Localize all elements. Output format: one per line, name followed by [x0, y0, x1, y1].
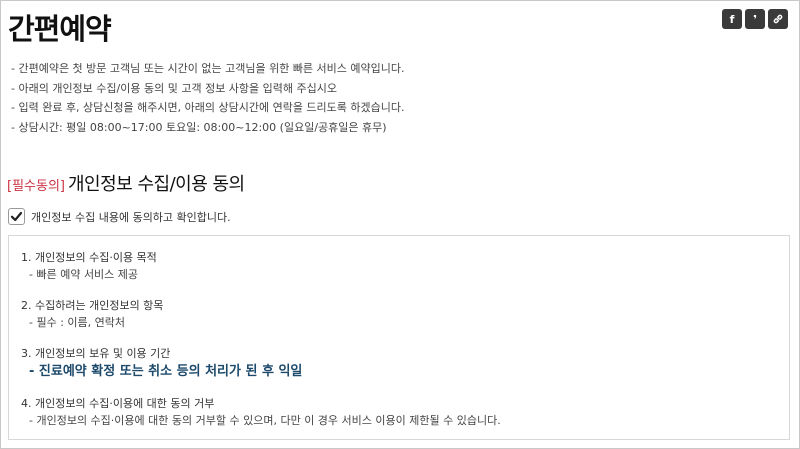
term-detail-emphasis: - 진료예약 확정 또는 취소 등의 처리가 된 후 익일	[29, 364, 303, 379]
checkmark-icon	[10, 211, 23, 222]
notice-item: - 간편예약은 첫 방문 고객님 또는 시간이 없는 고객님을 위한 빠른 서비…	[11, 62, 405, 75]
share-bar: f ❜	[722, 9, 788, 29]
term-heading: 2. 수집하려는 개인정보의 항목	[21, 299, 164, 312]
consent-row: 개인정보 수집 내용에 동의하고 확인합니다.	[8, 208, 231, 225]
consent-checkbox[interactable]	[8, 208, 25, 225]
term-heading: 1. 개인정보의 수집·이용 목적	[21, 251, 157, 264]
consent-section-title: [필수동의] 개인정보 수집/이용 동의	[7, 170, 245, 196]
term-item: 3. 개인정보의 보유 및 이용 기간 - 진료예약 확정 또는 취소 등의 처…	[21, 345, 777, 381]
consent-heading: 개인정보 수집/이용 동의	[67, 174, 245, 195]
terms-scroll-box[interactable]: 1. 개인정보의 수집·이용 목적 - 빠른 예약 서비스 제공 2. 수집하려…	[8, 235, 790, 440]
term-item: 4. 개인정보의 수집·이용에 대한 동의 거부 - 개인정보의 수집·이용에 …	[21, 395, 777, 429]
facebook-share-button[interactable]: f	[722, 9, 742, 29]
notice-item: - 아래의 개인정보 수집/이용 동의 및 고객 정보 사항을 입력해 주십시오	[11, 81, 337, 95]
kakao-story-icon: ❜	[753, 12, 757, 26]
copy-link-button[interactable]	[768, 9, 788, 29]
term-heading: 4. 개인정보의 수집·이용에 대한 동의 거부	[21, 397, 215, 410]
term-detail: - 필수 : 이름, 연락처	[29, 316, 125, 329]
page-title: 간편예약	[8, 12, 112, 46]
notice-list: - 간편예약은 첫 방문 고객님 또는 시간이 없는 고객님을 위한 빠른 서비…	[11, 59, 405, 137]
term-detail: - 빠른 예약 서비스 제공	[29, 268, 139, 281]
reservation-panel: 간편예약 f ❜ - 간편예약은 첫 방문 고객님 또는 시간이 없는 고객님을…	[0, 0, 800, 449]
link-icon	[773, 14, 783, 24]
facebook-icon: f	[729, 12, 735, 26]
term-item: 1. 개인정보의 수집·이용 목적 - 빠른 예약 서비스 제공	[21, 249, 777, 283]
consent-checkbox-label[interactable]: 개인정보 수집 내용에 동의하고 확인합니다.	[31, 209, 231, 225]
required-consent-tag: [필수동의]	[7, 179, 65, 194]
kakao-story-share-button[interactable]: ❜	[745, 9, 765, 29]
term-item: 2. 수집하려는 개인정보의 항목 - 필수 : 이름, 연락처	[21, 297, 777, 331]
notice-item: - 상담시간: 평일 08:00~17:00 토요일: 08:00~12:00 …	[11, 120, 387, 134]
term-heading: 3. 개인정보의 보유 및 이용 기간	[21, 347, 171, 360]
notice-item: - 입력 완료 후, 상담신청을 해주시면, 아래의 상담시간에 연락을 드리도…	[11, 101, 405, 114]
term-detail: - 개인정보의 수집·이용에 대한 동의 거부할 수 있으며, 다만 이 경우 …	[29, 414, 501, 427]
